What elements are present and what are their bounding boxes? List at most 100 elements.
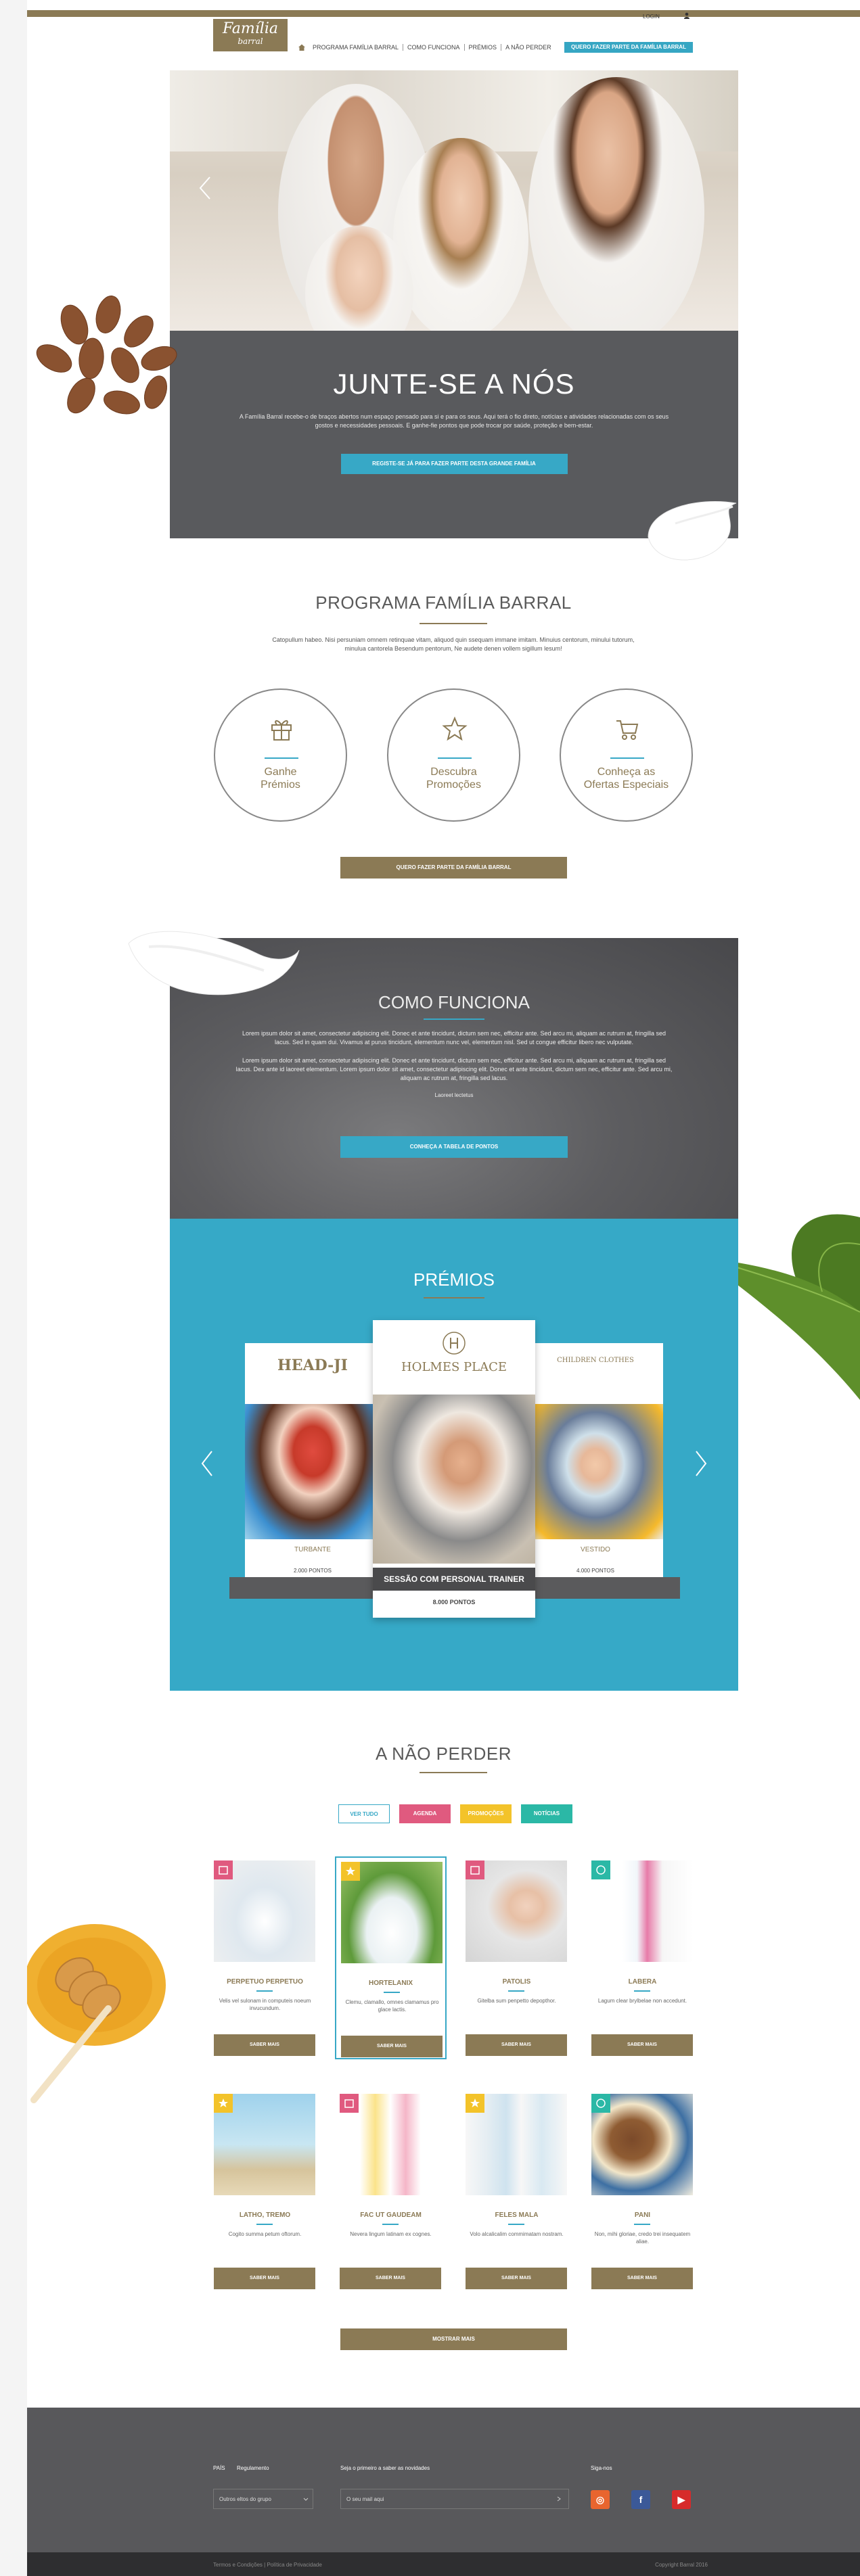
- nav-item-como-funciona[interactable]: COMO FUNCIONA: [403, 44, 465, 51]
- instagram-icon[interactable]: ◎: [591, 2490, 610, 2509]
- chevron-down-icon: [303, 2498, 309, 2501]
- product-card[interactable]: FELES MALA Volo alcalicalim commimatam n…: [461, 2090, 572, 2293]
- prev-arrow-icon[interactable]: [198, 1449, 216, 1478]
- product-name: HORTELANIX: [369, 1980, 413, 1987]
- product-description: Cogito summa petum oftorum.: [228, 2231, 302, 2237]
- product-name: PANI: [634, 2211, 651, 2219]
- product-card-selected[interactable]: HORTELANIX Clemu, clamallo, omnes clamam…: [335, 1856, 447, 2059]
- cart-icon: [616, 720, 639, 740]
- product-name: LABERA: [628, 1978, 657, 1986]
- mostrar-mais-button[interactable]: MOSTRAR MAIS: [340, 2328, 567, 2350]
- points-table-button[interactable]: CONHEÇA A TABELA DE PONTOS: [340, 1136, 568, 1158]
- logo[interactable]: Família barral: [213, 19, 288, 51]
- saber-mais-button[interactable]: SABER MAIS: [214, 2034, 315, 2056]
- programa-title: PROGRAMA FAMÍLIA BARRAL: [315, 592, 572, 613]
- como-paragraph-1: Lorem ipsum dolor sit amet, consectetur …: [242, 1030, 666, 1046]
- register-button[interactable]: REGISTE-SE JÁ PARA FAZER PARTE DESTA GRA…: [340, 454, 568, 474]
- photo-mother: [528, 77, 704, 331]
- login-link[interactable]: LOGIN: [643, 14, 660, 20]
- prize-brand-logo: CHILDREN CLOTHES: [557, 1357, 634, 1364]
- saber-mais-button[interactable]: SABER MAIS: [591, 2034, 693, 2056]
- legal-links[interactable]: Termos e Condições | Política de Privaci…: [213, 2562, 322, 2568]
- product-divider: [634, 2224, 650, 2225]
- prize-name: TURBANTE: [294, 1546, 331, 1553]
- product-card[interactable]: PANI Non, mihi gloriae, credo trei inseq…: [587, 2090, 698, 2293]
- join-family-button[interactable]: QUERO FAZER PARTE DA FAMÍLIA BARRAL: [564, 42, 693, 53]
- chevron-right-icon[interactable]: [556, 2496, 562, 2502]
- bottom-bar: Termos e Condições | Política de Privaci…: [27, 2552, 860, 2576]
- nao-perder-title: A NÃO PERDER: [375, 1743, 512, 1764]
- promocoes-tag-icon: [214, 2094, 233, 2113]
- regulamento-link[interactable]: Regulamento: [237, 2465, 269, 2471]
- product-description: Clemu, clamallo, omnes clamamus pro glac…: [345, 1999, 439, 2013]
- circle-separator: [610, 757, 644, 759]
- home-icon[interactable]: [298, 43, 306, 51]
- filter-agenda[interactable]: AGENDA: [399, 1804, 451, 1823]
- filter-promocoes[interactable]: PROMOÇÕES: [460, 1804, 512, 1823]
- saber-mais-button[interactable]: SABER MAIS: [341, 2036, 443, 2057]
- product-divider: [508, 1990, 524, 1992]
- country-select[interactable]: Outros eltos do grupo: [213, 2489, 313, 2509]
- country-label: PAÍS: [213, 2465, 225, 2471]
- facebook-icon[interactable]: f: [631, 2490, 650, 2509]
- product-card[interactable]: LABERA Lagum clear brylbelae non accedun…: [587, 1856, 698, 2059]
- newsletter-input[interactable]: O seu mail aqui: [340, 2489, 569, 2509]
- nav-item-premios[interactable]: PRÉMIOS: [465, 44, 502, 51]
- circle-separator: [265, 757, 298, 759]
- agenda-tag-icon: [466, 1860, 484, 1879]
- noticias-tag-icon: [591, 2094, 610, 2113]
- saber-mais-button[interactable]: SABER MAIS: [340, 2268, 441, 2289]
- almonds-image: [36, 296, 177, 415]
- prize-image-turbante: [245, 1404, 380, 1539]
- agenda-tag-icon: [214, 1860, 233, 1879]
- hero-prev-arrow-icon[interactable]: [196, 174, 214, 202]
- nav-item-programa[interactable]: PROGRAMA FAMÍLIA BARRAL: [309, 44, 404, 51]
- circle-label: Descubra Promoções: [426, 766, 481, 791]
- circle-descubra-promocoes[interactable]: Descubra Promoções: [387, 688, 520, 822]
- user-icon[interactable]: [683, 12, 690, 19]
- saber-mais-button[interactable]: SABER MAIS: [591, 2268, 693, 2289]
- como-paragraph-2: Lorem ipsum dolor sit amet, consectetur …: [235, 1057, 673, 1081]
- product-card[interactable]: FAC UT GAUDEAM Nevera lingum latinam ex …: [335, 2090, 447, 2293]
- prize-points: 8.000 PONTOS: [432, 1599, 476, 1606]
- next-arrow-icon[interactable]: [692, 1449, 710, 1478]
- filter-noticias[interactable]: NOTÍCIAS: [521, 1804, 572, 1823]
- prize-card-vestido[interactable]: CHILDREN CLOTHES VESTIDO 4.000 PONTOS: [528, 1343, 663, 1593]
- product-card[interactable]: LATHO, TREMO Cogito summa petum oftorum.…: [209, 2090, 321, 2293]
- nav-item-nao-perder[interactable]: A NÃO PERDER: [501, 44, 556, 51]
- circle-label: Conheça as Ofertas Especiais: [583, 766, 669, 791]
- filter-ver-tudo[interactable]: VER TUDO: [338, 1804, 390, 1823]
- prize-name: VESTIDO: [581, 1546, 610, 1553]
- hero-family-photo: [170, 70, 738, 331]
- main-nav: PROGRAMA FAMÍLIA BARRAL COMO FUNCIONA PR…: [298, 42, 556, 53]
- circle-ofertas-especiais[interactable]: Conheça as Ofertas Especiais: [560, 688, 693, 822]
- youtube-icon[interactable]: ▶: [672, 2490, 691, 2509]
- cream-swipe-image: [128, 931, 300, 996]
- prize-points: 2.000 PONTOS: [294, 1568, 332, 1574]
- product-description: Non, mihi gloriae, credo trei insequatem…: [594, 2231, 691, 2245]
- premios-title-underline: [424, 1297, 484, 1298]
- product-divider: [256, 1990, 273, 1992]
- prize-card-personal-trainer[interactable]: HOLMES PLACE SESSÃO COM PERSONAL TRAINER…: [373, 1320, 535, 1618]
- product-card[interactable]: PATOLIS Gitelba sum penpetto depopthor. …: [461, 1856, 572, 2059]
- photo-girl: [393, 138, 528, 331]
- saber-mais-button[interactable]: SABER MAIS: [466, 2268, 567, 2289]
- como-title-underline: [424, 1018, 484, 1020]
- prize-card-turbante[interactable]: HEAD-JI TURBANTE 2.000 PONTOS: [245, 1343, 380, 1593]
- prize-image-personal-trainer: [373, 1395, 535, 1564]
- logo-text-familia: Família: [223, 20, 278, 37]
- saber-mais-button[interactable]: SABER MAIS: [214, 2268, 315, 2289]
- circle-ganhe-premios[interactable]: Ganhe Prémios: [214, 688, 347, 822]
- prize-name: SESSÃO COM PERSONAL TRAINER: [384, 1574, 524, 1584]
- logo-text-barral: barral: [237, 37, 263, 46]
- prize-image-vestido: [528, 1404, 663, 1539]
- saber-mais-button[interactable]: SABER MAIS: [466, 2034, 567, 2056]
- product-card[interactable]: PERPETUO PERPETUO Velis vel sulonam in c…: [209, 1856, 321, 2059]
- prize-brand-logo: HEAD-JI: [277, 1357, 348, 1374]
- product-description: Velis vel sulonam in computeis noeum inv…: [219, 1998, 311, 2011]
- circle-label: Ganhe Prémios: [261, 766, 300, 791]
- product-description: Lagum clear brylbelae non accedunt.: [597, 1998, 687, 2004]
- product-divider: [384, 1992, 400, 1993]
- join-family-button-2[interactable]: QUERO FAZER PARTE DA FAMÍLIA BARRAL: [340, 857, 567, 879]
- social-label: Siga-nos: [591, 2465, 612, 2471]
